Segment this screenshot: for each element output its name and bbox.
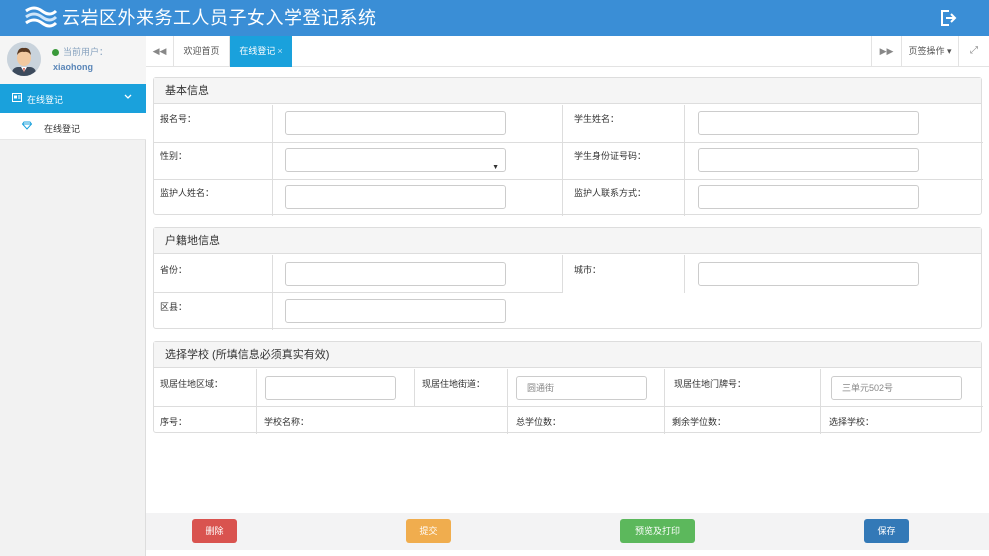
column-header: 序号： [160,417,188,427]
app-title: 云岩区外来务工人员子女入学登记系统 [62,8,377,28]
county-label: 区县： [160,302,188,312]
divider [820,369,821,434]
diamond-icon [22,121,32,130]
divider [154,406,983,407]
student-id-input[interactable] [698,148,919,172]
reg-no-input[interactable] [285,111,506,135]
current-user-text: 当前用户： [63,47,109,57]
fullscreen-icon[interactable]: ⤢ [958,36,989,67]
student-name-input[interactable] [698,111,919,135]
user-name: xiaohong [53,62,93,72]
chevron-down-icon [124,94,132,99]
area-label: 现居住地区域： [160,379,224,389]
tab-welcome[interactable]: 欢迎首页 [174,36,230,67]
guardian-phone-label: 监护人联系方式： [574,188,647,198]
tab-bar: ◀◀ 欢迎首页 在线登记 × ▶▶ 页签操作 ▾ ⤢ [146,36,989,67]
divider [507,369,508,434]
basic-info-panel: 基本信息 报名号： 学生姓名： 性别： ▼ 学生身份证号码： 监护人姓名： 监护… [153,77,983,216]
door-input[interactable]: 三单元502号 [831,376,962,400]
user-panel: 当前用户： xiaohong [0,36,146,84]
divider [154,179,983,180]
city-label: 城市： [574,265,602,275]
logo-icon [25,6,58,28]
top-header: 云岩区外来务工人员子女入学登记系统 [0,0,989,36]
delete-button[interactable]: 删除 [192,519,237,543]
huji-info-panel: 户籍地信息 省份： 城市： 区县： [153,227,982,330]
caret-down-icon: ▾ [944,46,952,56]
tab-online-register[interactable]: 在线登记 × [230,36,292,67]
action-bar: 删除 提交 预览及打印 保存 [146,513,989,550]
current-user-label: 当前用户： [52,45,108,58]
online-status-icon [52,49,59,56]
divider [562,105,563,216]
gender-label: 性别： [160,151,188,161]
tab-operations-label: 页签操作 [908,46,945,56]
huji-info-title: 户籍地信息 [154,228,981,254]
divider [154,142,983,143]
tab-operations-dropdown[interactable]: 页签操作 ▾ [901,36,958,67]
column-header: 总学位数： [516,417,562,427]
sidebar: 当前用户： xiaohong 在线登记 在线登记 [0,36,146,556]
county-input[interactable] [285,299,506,323]
column-header: 学校名称： [264,417,310,427]
divider [256,369,257,434]
submit-button[interactable]: 提交 [406,519,451,543]
tab-scroll-right-icon[interactable]: ▶▶ [871,36,901,67]
sidebar-item-label: 在线登记 [27,95,64,105]
avatar [7,42,41,76]
sidebar-subitem-label: 在线登记 [44,124,81,134]
sidebar-item-online-register[interactable]: 在线登记 [0,84,146,113]
student-id-label: 学生身份证号码： [574,151,647,161]
tab-welcome-label: 欢迎首页 [183,46,220,56]
divider [684,255,685,293]
guardian-phone-input[interactable] [698,185,919,209]
student-name-label: 学生姓名： [574,114,620,124]
divider [684,105,685,216]
city-input[interactable] [698,262,919,286]
tab-close-icon[interactable]: × [277,46,282,56]
basic-info-title: 基本信息 [154,78,981,104]
province-label: 省份： [160,265,188,275]
tab-online-register-label: 在线登记 [239,46,276,56]
gender-select[interactable]: ▼ [285,148,506,172]
id-card-icon [12,93,22,102]
school-select-panel: 选择学校 (所填信息必须真实有效) 现居住地区域： 现居住地街道： 圆通街 现居… [153,341,983,434]
reg-no-label: 报名号： [160,114,197,124]
divider [272,105,273,216]
door-label: 现居住地门牌号： [674,379,747,389]
logout-icon[interactable] [938,8,958,28]
area-input[interactable] [265,376,396,400]
main-content: 基本信息 报名号： 学生姓名： 性别： ▼ 学生身份证号码： 监护人姓名： 监护… [146,67,989,556]
column-header: 剩余学位数： [672,417,727,427]
column-header: 选择学校： [829,417,875,427]
guardian-name-input[interactable] [285,185,506,209]
caret-down-icon: ▼ [492,164,499,171]
divider [664,369,665,434]
guardian-name-label: 监护人姓名： [160,188,215,198]
province-input[interactable] [285,262,506,286]
save-button[interactable]: 保存 [864,519,909,543]
tab-scroll-left-icon[interactable]: ◀◀ [146,36,174,67]
street-label: 现居住地街道： [422,379,486,389]
sidebar-subitem-online-register[interactable]: 在线登记 [0,113,146,140]
preview-print-button[interactable]: 预览及打印 [620,519,695,543]
divider [414,369,415,407]
divider [154,292,562,293]
school-select-title: 选择学校 (所填信息必须真实有效) [154,342,981,368]
divider [562,255,563,293]
street-input[interactable]: 圆通街 [516,376,647,400]
